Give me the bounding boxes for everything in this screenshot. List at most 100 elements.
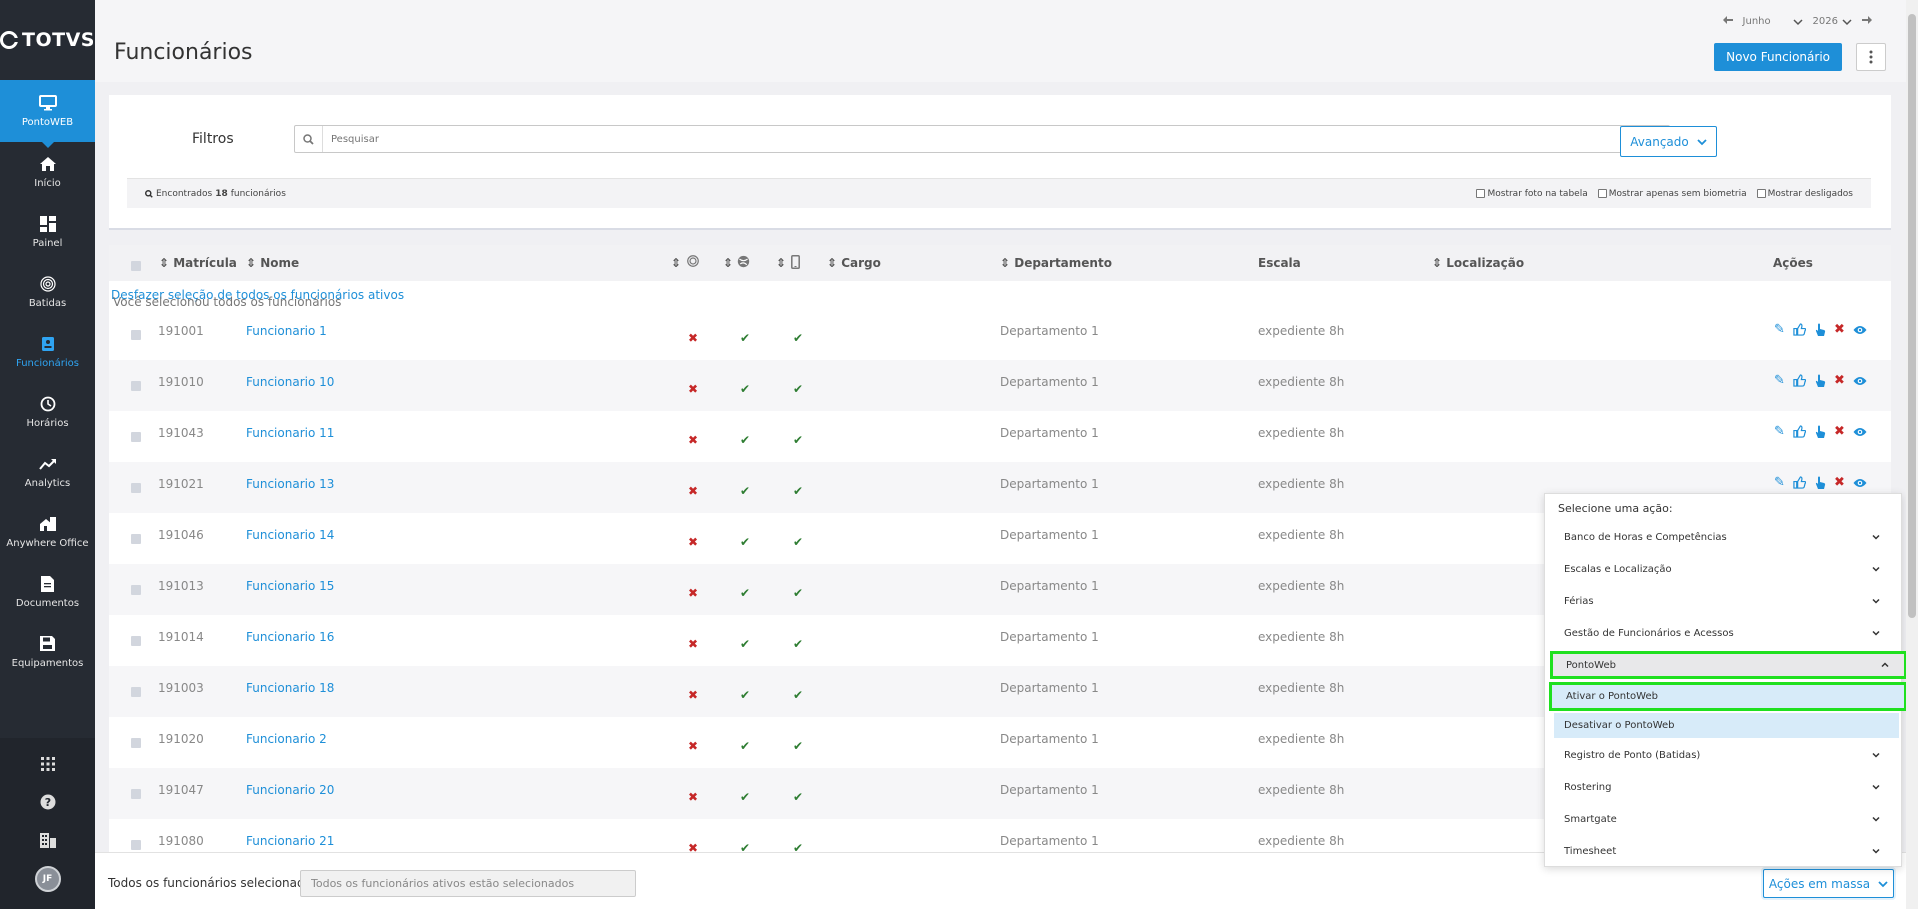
period-navigator: Junho 2026 bbox=[1722, 16, 1872, 27]
view-eye-icon[interactable] bbox=[1852, 424, 1867, 439]
sidebar-item-anywhere-office[interactable]: Anywhere Office bbox=[0, 502, 95, 562]
row-checkbox[interactable] bbox=[131, 789, 141, 799]
employee-name-link[interactable]: Funcionario 14 bbox=[246, 528, 334, 542]
row-checkbox[interactable] bbox=[131, 840, 141, 850]
menu-group-rostering[interactable]: Rostering bbox=[1551, 771, 1895, 803]
sort-icon[interactable]: ⇕ bbox=[671, 256, 681, 270]
menu-group-pontoweb[interactable]: PontoWeb bbox=[1550, 651, 1907, 679]
thumbs-up-icon[interactable] bbox=[1792, 424, 1807, 439]
view-eye-icon[interactable] bbox=[1852, 373, 1867, 388]
apps-grid-icon[interactable] bbox=[36, 752, 60, 776]
employee-name-link[interactable]: Funcionario 18 bbox=[246, 681, 334, 695]
year-select[interactable]: 2026 bbox=[1813, 16, 1852, 27]
sort-icon[interactable]: ⇕ bbox=[723, 256, 733, 270]
search-field[interactable] bbox=[294, 125, 1670, 153]
search-input[interactable] bbox=[323, 126, 1669, 152]
sidebar-item-funcionarios[interactable]: Funcionários bbox=[0, 322, 95, 382]
checkbox[interactable] bbox=[1756, 189, 1766, 198]
menu-group-registro-de-ponto[interactable]: Registro de Ponto (Batidas) bbox=[1551, 739, 1895, 771]
more-options-button[interactable] bbox=[1856, 43, 1886, 71]
sidebar-item-batidas[interactable]: Batidas bbox=[0, 262, 95, 322]
hand-pointer-icon[interactable] bbox=[1812, 373, 1827, 388]
row-checkbox[interactable] bbox=[131, 738, 141, 748]
select-all-checkbox[interactable] bbox=[131, 261, 141, 271]
edit-pencil-icon[interactable]: ✎ bbox=[1772, 424, 1787, 439]
totvs-logo[interactable]: TOTVS bbox=[0, 0, 95, 80]
month-select[interactable]: Junho bbox=[1743, 16, 1803, 27]
menu-item-desativar-pontoweb[interactable]: Desativar o PontoWeb bbox=[1554, 713, 1899, 738]
row-actions: ✎✖ bbox=[1772, 322, 1867, 337]
option-show-dismissed[interactable]: Mostrar desligados bbox=[1756, 189, 1853, 199]
thumbs-up-icon[interactable] bbox=[1792, 475, 1807, 490]
employee-name-link[interactable]: Funcionario 21 bbox=[246, 834, 334, 848]
row-checkbox[interactable] bbox=[131, 483, 141, 493]
delete-x-icon[interactable]: ✖ bbox=[1832, 373, 1847, 388]
thumbs-up-icon[interactable] bbox=[1792, 373, 1807, 388]
menu-group-banco-de-horas[interactable]: Banco de Horas e Competências bbox=[1551, 521, 1895, 553]
row-checkbox[interactable] bbox=[131, 432, 141, 442]
checkbox[interactable] bbox=[1476, 189, 1486, 198]
fingerprint-column-icon[interactable] bbox=[687, 255, 699, 270]
delete-x-icon[interactable]: ✖ bbox=[1832, 322, 1847, 337]
menu-group-smartgate[interactable]: Smartgate bbox=[1551, 803, 1895, 835]
menu-group-escalas[interactable]: Escalas e Localização bbox=[1551, 553, 1895, 585]
delete-x-icon[interactable]: ✖ bbox=[1832, 424, 1847, 439]
row-checkbox[interactable] bbox=[131, 381, 141, 391]
scrollbar-thumb[interactable] bbox=[1908, 14, 1916, 618]
employee-name-link[interactable]: Funcionario 10 bbox=[246, 375, 334, 389]
sort-icon[interactable]: ⇕ bbox=[776, 256, 786, 270]
sidebar-item-inicio[interactable]: Início bbox=[0, 142, 95, 202]
globe-column-icon[interactable] bbox=[737, 255, 750, 271]
col-matricula[interactable]: ⇕ Matrícula bbox=[159, 256, 237, 270]
row-checkbox[interactable] bbox=[131, 636, 141, 646]
employee-name-link[interactable]: Funcionario 20 bbox=[246, 783, 334, 797]
mass-actions-button[interactable]: Ações em massa bbox=[1763, 869, 1894, 898]
menu-group-gestao[interactable]: Gestão de Funcionários e Acessos bbox=[1551, 617, 1895, 649]
sidebar-item-pontoweb[interactable]: PontoWEB bbox=[0, 80, 95, 148]
row-checkbox[interactable] bbox=[131, 330, 141, 340]
option-show-photo[interactable]: Mostrar foto na tabela bbox=[1476, 189, 1588, 199]
employee-name-link[interactable]: Funcionario 15 bbox=[246, 579, 334, 593]
edit-pencil-icon[interactable]: ✎ bbox=[1772, 322, 1787, 337]
menu-item-ativar-pontoweb[interactable]: Ativar o PontoWeb bbox=[1549, 682, 1907, 711]
row-checkbox[interactable] bbox=[131, 687, 141, 697]
mobile-column-icon[interactable] bbox=[791, 255, 800, 272]
sidebar-item-painel[interactable]: Painel bbox=[0, 202, 95, 262]
hand-pointer-icon[interactable] bbox=[1812, 475, 1827, 490]
page-scrollbar[interactable] bbox=[1906, 0, 1918, 909]
delete-x-icon[interactable]: ✖ bbox=[1832, 475, 1847, 490]
view-eye-icon[interactable] bbox=[1852, 322, 1867, 337]
sidebar-item-equipamentos[interactable]: Equipamentos bbox=[0, 622, 95, 682]
employee-name-link[interactable]: Funcionario 13 bbox=[246, 477, 334, 491]
employee-name-link[interactable]: Funcionario 2 bbox=[246, 732, 327, 746]
employee-name-link[interactable]: Funcionario 16 bbox=[246, 630, 334, 644]
company-building-icon[interactable] bbox=[36, 828, 60, 852]
prev-period-arrow-icon[interactable] bbox=[1722, 16, 1733, 27]
menu-group-ferias[interactable]: Férias bbox=[1551, 585, 1895, 617]
row-checkbox[interactable] bbox=[131, 534, 141, 544]
col-cargo[interactable]: ⇕ Cargo bbox=[827, 256, 881, 270]
hand-pointer-icon[interactable] bbox=[1812, 424, 1827, 439]
next-period-arrow-icon[interactable] bbox=[1862, 16, 1872, 27]
sidebar-item-analytics[interactable]: Analytics bbox=[0, 442, 95, 502]
thumbs-up-icon[interactable] bbox=[1792, 322, 1807, 337]
sidebar-item-documentos[interactable]: Documentos bbox=[0, 562, 95, 622]
hand-pointer-icon[interactable] bbox=[1812, 322, 1827, 337]
view-eye-icon[interactable] bbox=[1852, 475, 1867, 490]
option-without-biometrics[interactable]: Mostrar apenas sem biometria bbox=[1597, 189, 1747, 199]
menu-group-timesheet[interactable]: Timesheet bbox=[1551, 835, 1895, 867]
employee-name-link[interactable]: Funcionario 11 bbox=[246, 426, 334, 440]
edit-pencil-icon[interactable]: ✎ bbox=[1772, 475, 1787, 490]
col-localizacao[interactable]: ⇕ Localização bbox=[1432, 256, 1524, 270]
avatar[interactable]: JF bbox=[34, 866, 61, 892]
checkbox[interactable] bbox=[1597, 189, 1607, 198]
help-icon[interactable]: ? bbox=[36, 790, 60, 814]
col-departamento[interactable]: ⇕ Departamento bbox=[1000, 256, 1112, 270]
edit-pencil-icon[interactable]: ✎ bbox=[1772, 373, 1787, 388]
employee-name-link[interactable]: Funcionario 1 bbox=[246, 324, 327, 338]
row-checkbox[interactable] bbox=[131, 585, 141, 595]
new-employee-button[interactable]: Novo Funcionário bbox=[1714, 43, 1842, 71]
col-nome[interactable]: ⇕ Nome bbox=[246, 256, 299, 270]
advanced-filter-button[interactable]: Avançado bbox=[1620, 126, 1717, 157]
sidebar-item-horarios[interactable]: Horários bbox=[0, 382, 95, 442]
